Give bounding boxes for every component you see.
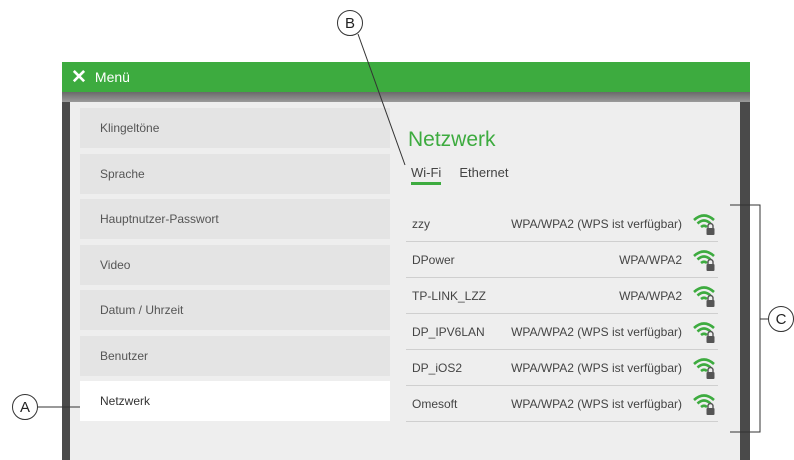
callout-c-bracket xyxy=(730,204,761,433)
callout-b-line xyxy=(357,33,406,166)
callout-lines xyxy=(38,33,768,433)
callout-a: A xyxy=(12,394,38,420)
callout-c: C xyxy=(768,306,794,332)
callout-b: B xyxy=(337,10,363,36)
